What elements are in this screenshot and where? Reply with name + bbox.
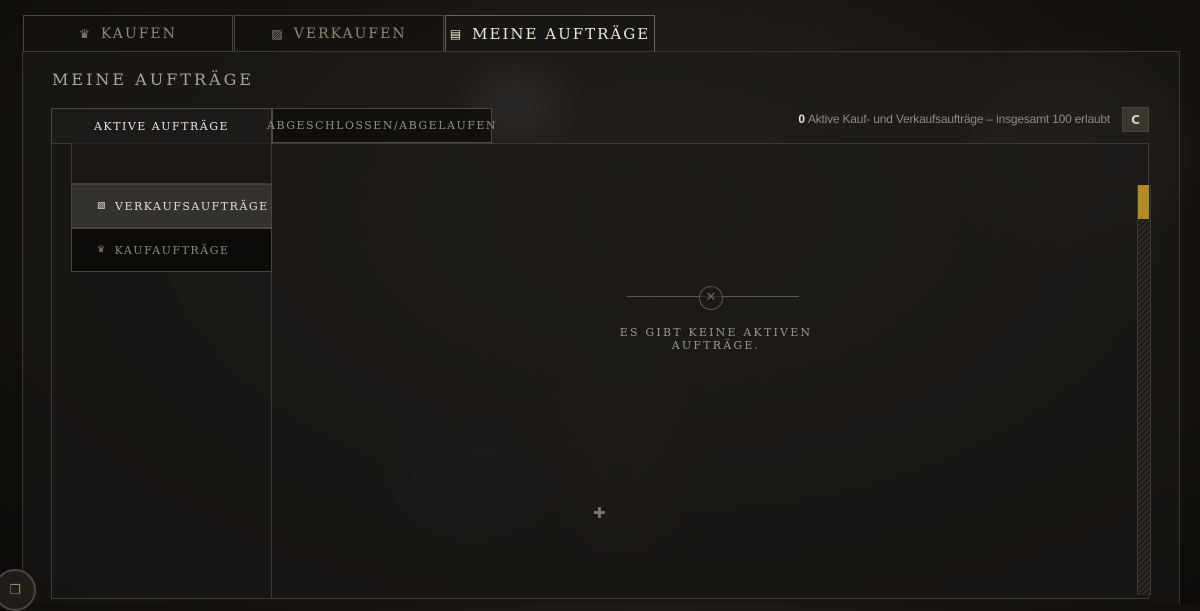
- refresh-icon: C: [1131, 112, 1140, 127]
- order-limit-text: Aktive Kauf- und Verkaufsaufträge – insg…: [807, 112, 1110, 126]
- sidebar-item-label: VERKAUFSAUFTRÄGE: [115, 199, 269, 213]
- clipboard-icon: ▤: [449, 26, 464, 41]
- windows-icon: ❐: [9, 582, 21, 598]
- close-circle-icon: ✕: [699, 286, 723, 310]
- tab-verkaufen[interactable]: ▨ VERKAUFEN: [234, 15, 444, 51]
- sidebar-item-label: KAUFAUFTRÄGE: [114, 243, 230, 257]
- sidebar-item-verkaufsauftraege[interactable]: ▨ VERKAUFSAUFTRÄGE: [71, 184, 272, 228]
- order-count-status: 0 Aktive Kauf- und Verkaufsaufträge – ins…: [798, 112, 1110, 126]
- tab-label: VERKAUFEN: [293, 25, 407, 42]
- top-tab-bar: ♛ KAUFEN ▨ VERKAUFEN ▤ MEINE AUFTRÄGE: [23, 15, 656, 51]
- tab-label: ABGESCHLOSSEN/ABGELAUFEN: [267, 119, 498, 132]
- box-icon: ▨: [97, 201, 108, 211]
- refresh-button[interactable]: C: [1122, 107, 1149, 132]
- tab-meine-auftraege[interactable]: ▤ MEINE AUFTRÄGE: [445, 15, 655, 51]
- scrollbar[interactable]: [1137, 185, 1151, 595]
- crown-icon: ♛: [97, 245, 107, 255]
- sidebar-item-kaufauftraege[interactable]: ♛ KAUFAUFTRÄGE: [71, 228, 272, 272]
- cursor-icon: ✚: [593, 504, 606, 522]
- crown-icon: ♛: [79, 26, 92, 41]
- scrollbar-thumb[interactable]: [1138, 185, 1149, 219]
- empty-state: ✕ ES GIBT KEINE AKTIVEN AUFTRÄGE.: [585, 286, 847, 352]
- tab-label: MEINE AUFTRÄGE: [472, 24, 651, 43]
- order-count: 0: [798, 112, 805, 126]
- empty-state-message: ES GIBT KEINE AKTIVEN AUFTRÄGE.: [619, 326, 813, 352]
- tab-aktive-auftraege[interactable]: AKTIVE AUFTRÄGE: [51, 108, 272, 143]
- tab-kaufen[interactable]: ♛ KAUFEN: [23, 15, 233, 51]
- box-icon: ▨: [271, 26, 285, 41]
- tab-label: KAUFEN: [100, 25, 177, 42]
- tab-abgeschlossen[interactable]: ABGESCHLOSSEN/ABGELAUFEN: [267, 108, 496, 143]
- chat-button[interactable]: ❐: [0, 569, 36, 611]
- page-title: MEINE AUFTRÄGE: [52, 70, 255, 89]
- tab-label: AKTIVE AUFTRÄGE: [93, 119, 230, 133]
- sidebar-header: [71, 143, 272, 184]
